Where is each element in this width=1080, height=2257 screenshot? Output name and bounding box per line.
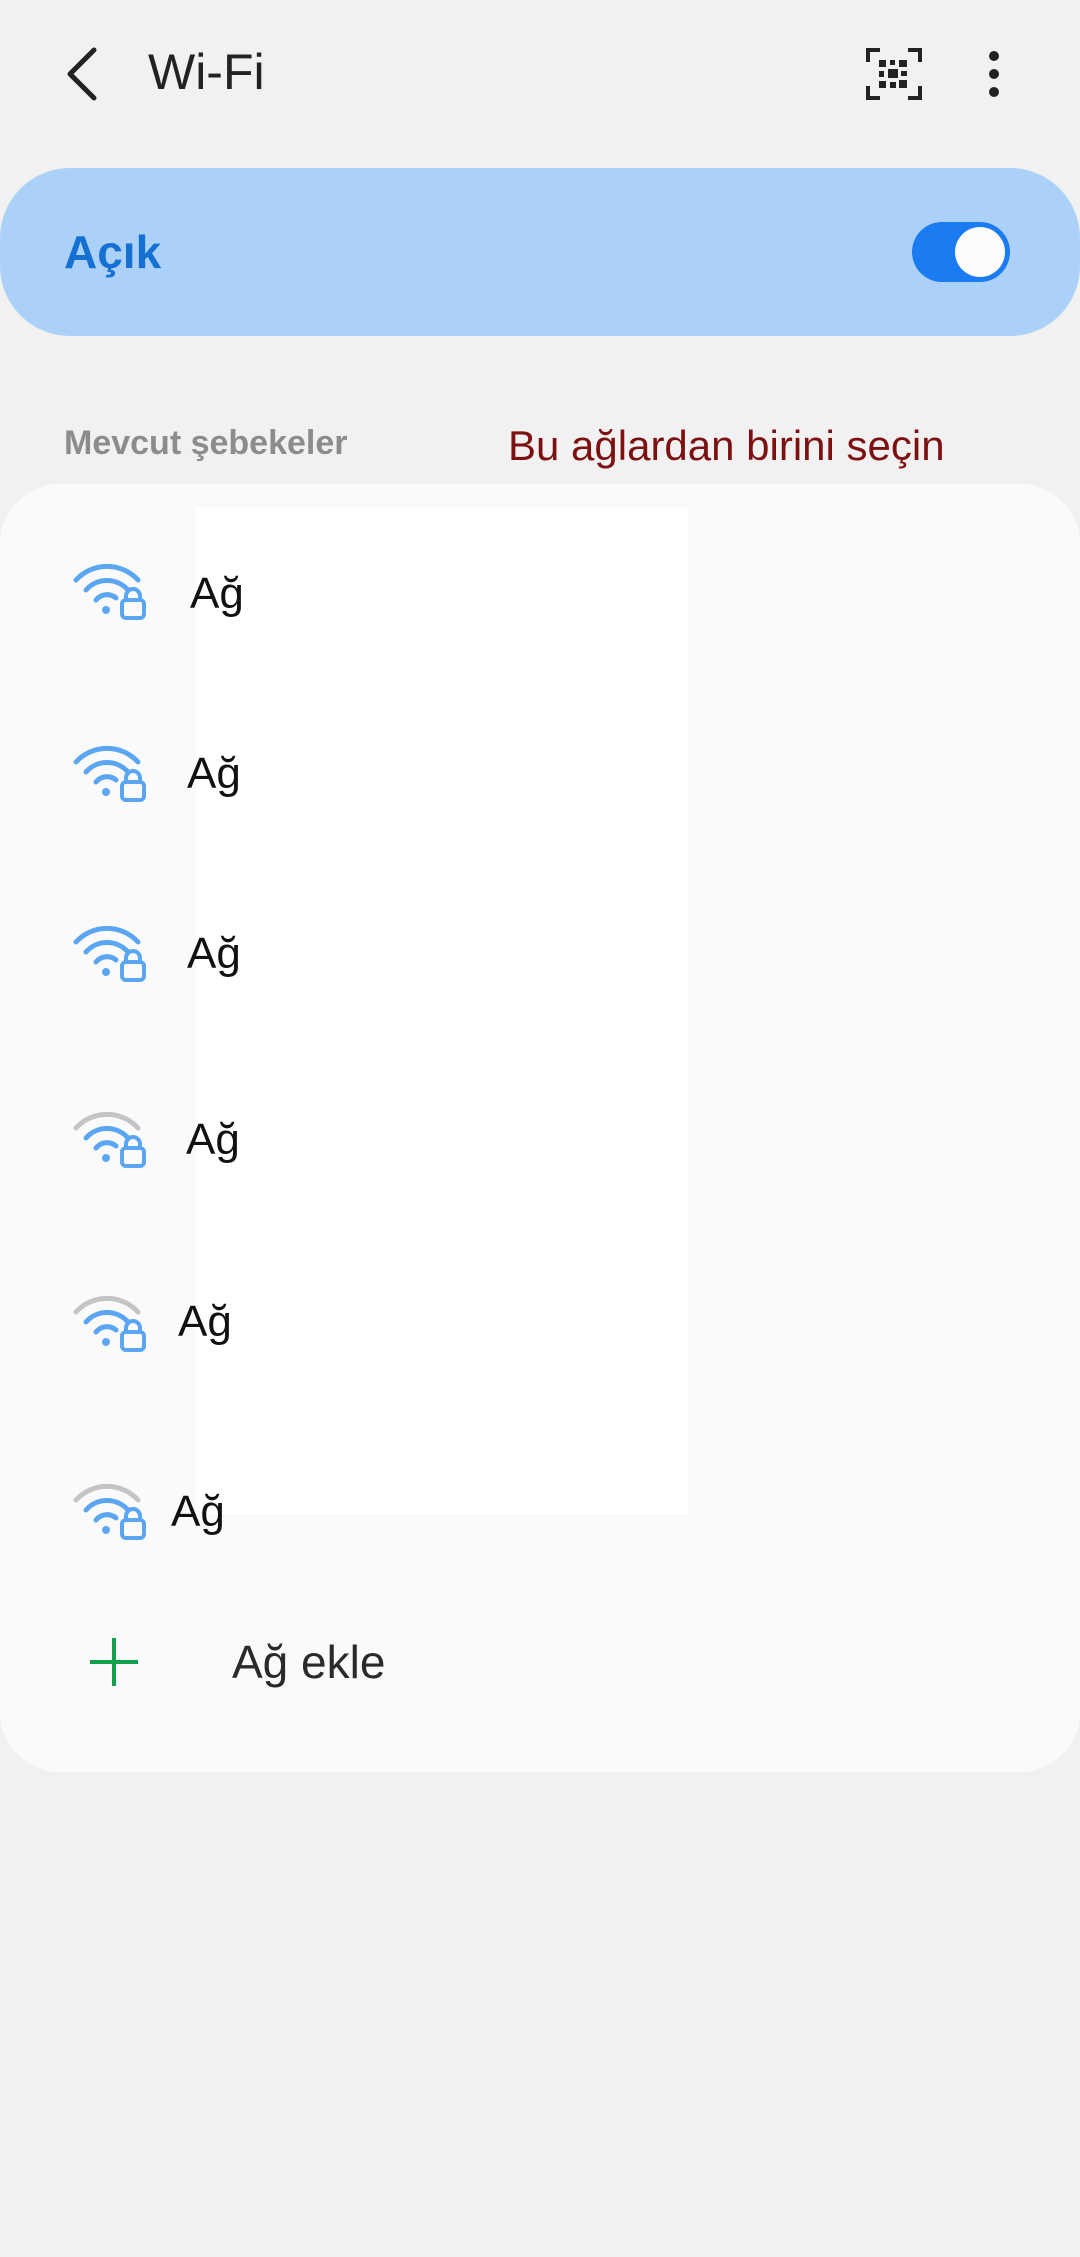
wifi-weak-lock-icon <box>73 1483 146 1540</box>
wifi-lock-icon <box>73 563 146 620</box>
section-header: Mevcut şebekeler <box>64 424 348 462</box>
wifi-lock-icon <box>73 925 146 982</box>
wifi-weak-lock-icon <box>73 1295 146 1352</box>
more-vertical-icon <box>989 51 999 97</box>
wifi-toggle-row[interactable]: Açık <box>0 168 1080 336</box>
network-list-item[interactable]: Ağ <box>0 1042 1080 1212</box>
network-list-item[interactable]: Ağ <box>0 856 1080 1026</box>
network-name: Ağ <box>178 1297 232 1346</box>
network-list-item[interactable]: Ağ <box>0 1414 1080 1584</box>
network-list-item[interactable]: Ağ <box>0 1226 1080 1396</box>
back-button[interactable] <box>52 38 112 110</box>
network-name: Ağ <box>171 1487 225 1536</box>
qr-code-icon <box>866 48 922 100</box>
instruction-annotation: Bu ağlardan birini seçin <box>508 422 945 469</box>
wifi-weak-lock-icon <box>73 1111 146 1168</box>
network-list-item[interactable]: Ağ <box>0 496 1080 666</box>
network-name: Ağ <box>190 569 244 618</box>
qr-code-button[interactable] <box>866 48 922 100</box>
network-name: Ağ <box>186 1115 240 1164</box>
chevron-left-icon <box>67 47 97 101</box>
wifi-lock-icon <box>73 745 146 802</box>
app-bar: Wi-Fi <box>0 0 1080 150</box>
network-list-item[interactable]: Ağ <box>0 676 1080 846</box>
add-network-label: Ağ ekle <box>232 1636 386 1688</box>
plus-icon <box>90 1638 138 1686</box>
network-list: Ağ Ağ Ağ Ağ Ağ Ağ Ağ ekle <box>0 484 1080 1772</box>
network-name: Ağ <box>187 749 241 798</box>
page-title: Wi-Fi <box>148 44 265 100</box>
more-options-button[interactable] <box>968 44 1020 104</box>
wifi-status-label: Açık <box>64 226 162 278</box>
wifi-switch[interactable] <box>912 222 1010 282</box>
add-network-button[interactable]: Ağ ekle <box>0 1590 1080 1740</box>
switch-knob <box>955 227 1005 277</box>
network-name: Ağ <box>187 929 241 978</box>
